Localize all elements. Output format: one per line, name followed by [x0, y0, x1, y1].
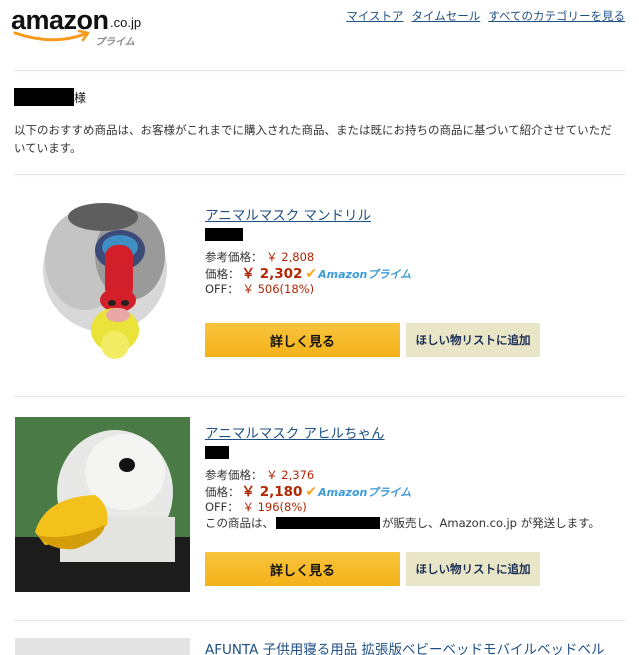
section-divider	[14, 174, 625, 175]
product-divider	[14, 620, 625, 621]
product-divider	[14, 396, 625, 397]
product-info: アニマルマスク マンドリル 参考価格： ￥ 2,808 価格： ￥ 2,302 …	[205, 204, 625, 297]
discount-value: ￥ 196(8%)	[242, 500, 307, 514]
add-to-wishlist-button[interactable]: ほしい物リストに追加	[406, 323, 540, 357]
email-header: amazon .co.jp プライム マイストア タイムセール すべてのカテゴリ…	[0, 0, 639, 70]
discount-label: OFF：	[205, 282, 239, 296]
seller-note: この商品は、 が販売し、Amazon.co.jp が発送します。	[205, 515, 625, 531]
price-row: 価格： ￥ 2,302 ✔ Amazonプライム	[205, 267, 625, 282]
greeting-suffix: 様	[74, 90, 87, 105]
redacted-seller	[276, 517, 380, 529]
seller-prefix: この商品は、	[205, 516, 274, 530]
reference-price-label: 参考価格：	[205, 250, 263, 264]
reference-price-value: ￥ 2,808	[266, 250, 315, 264]
intro-text: 以下のおすすめ商品は、お客様がこれまでに購入された商品、または既にお持ちの商品に…	[14, 123, 612, 155]
product-info: アニマルマスク アヒルちゃん 参考価格： ￥ 2,376 価格： ￥ 2,180…	[205, 422, 625, 531]
duck-mask-image	[15, 417, 190, 592]
logo-prime-label: プライム	[95, 37, 135, 48]
reference-price: 参考価格： ￥ 2,808	[205, 250, 625, 265]
mandrill-mask-image	[43, 203, 167, 359]
price-label: 価格：	[205, 485, 240, 499]
reference-price-value: ￥ 2,376	[266, 468, 315, 482]
prime-check-icon: ✔	[305, 484, 318, 500]
prime-badge: ✔ Amazonプライム	[305, 485, 411, 500]
product-title-link[interactable]: アニマルマスク マンドリル	[205, 204, 371, 224]
header-divider	[14, 70, 625, 71]
product-info: AFUNTA 子供用寝る用品 拡張版ベビーベッドモバイルベッドベル	[205, 638, 625, 655]
product-card: AFUNTA 子供用寝る用品 拡張版ベビーベッドモバイルベッドベル	[0, 630, 639, 655]
product-card: アニマルマスク アヒルちゃん 参考価格： ￥ 2,376 価格： ￥ 2,180…	[0, 410, 639, 610]
view-details-button[interactable]: 詳しく見る	[205, 552, 400, 586]
nav-all-categories[interactable]: すべてのカテゴリーを見る	[488, 8, 625, 24]
discount-value: ￥ 506(18%)	[242, 282, 315, 296]
price-row: 価格： ￥ 2,180 ✔ Amazonプライム	[205, 485, 625, 500]
price-value: ￥ 2,180	[241, 484, 303, 500]
price-label: 価格：	[205, 267, 240, 281]
prime-check-icon: ✔	[305, 266, 318, 282]
add-to-wishlist-button[interactable]: ほしい物リストに追加	[406, 552, 540, 586]
reference-price-label: 参考価格：	[205, 468, 263, 482]
discount-label: OFF：	[205, 500, 239, 514]
redacted-brand	[205, 446, 229, 459]
top-navigation: マイストア タイムセール すべてのカテゴリーを見る	[346, 8, 625, 24]
redacted-name	[14, 88, 74, 106]
amazon-logo[interactable]: amazon .co.jp プライム	[11, 5, 151, 48]
nav-my-store[interactable]: マイストア	[346, 8, 403, 24]
prime-badge-text: Amazonプライム	[318, 486, 412, 499]
prime-badge: ✔ Amazonプライム	[305, 267, 411, 282]
smile-arrow-icon	[13, 30, 90, 42]
view-details-button[interactable]: 詳しく見る	[205, 323, 400, 357]
logo-tld: .co.jp	[110, 15, 142, 30]
product-image[interactable]	[15, 195, 190, 370]
seller-suffix: が販売し、Amazon.co.jp が発送します。	[382, 516, 600, 530]
price-value: ￥ 2,302	[241, 266, 303, 282]
product-title-link[interactable]: AFUNTA 子供用寝る用品 拡張版ベビーベッドモバイルベッドベル	[205, 638, 605, 655]
product-title-link[interactable]: アニマルマスク アヒルちゃん	[205, 422, 385, 442]
nav-time-sale[interactable]: タイムセール	[411, 8, 480, 24]
product-image[interactable]	[15, 417, 190, 592]
reference-price: 参考価格： ￥ 2,376	[205, 468, 625, 483]
prime-badge-text: Amazonプライム	[318, 268, 412, 281]
product-image[interactable]	[15, 638, 190, 655]
redacted-brand	[205, 228, 243, 241]
discount-row: OFF： ￥ 506(18%)	[205, 282, 625, 297]
product-card: アニマルマスク マンドリル 参考価格： ￥ 2,808 価格： ￥ 2,302 …	[0, 190, 639, 390]
discount-row: OFF： ￥ 196(8%)	[205, 500, 625, 515]
greeting: 様	[14, 88, 86, 106]
